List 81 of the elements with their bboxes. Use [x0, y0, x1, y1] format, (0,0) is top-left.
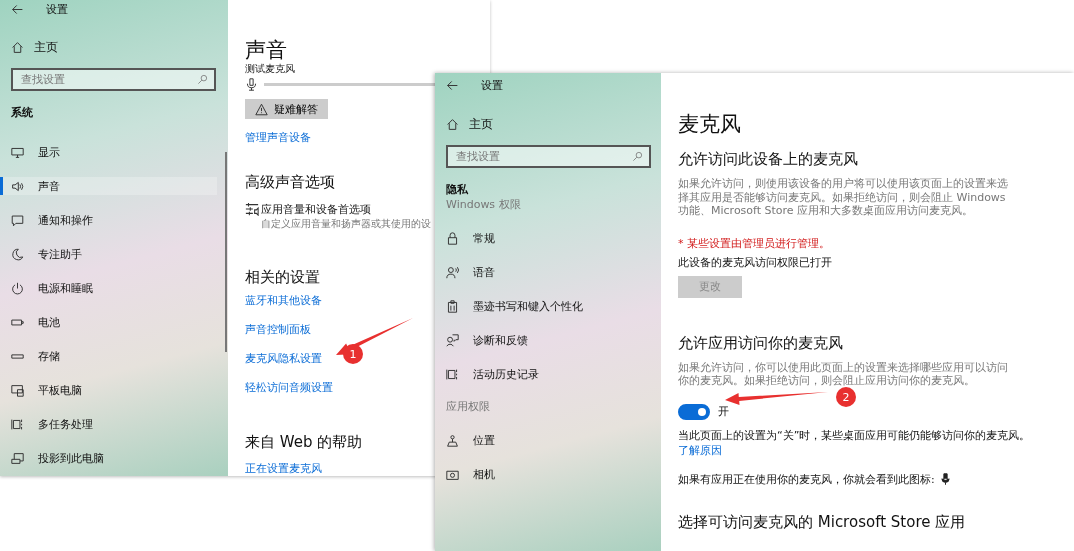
section-heading: 允许访问此设备上的麦克风 — [678, 150, 858, 169]
step-badge: 2 — [836, 387, 856, 407]
group-label: 应用权限 — [446, 399, 491, 414]
sidebar-item[interactable]: 位置 — [435, 431, 650, 449]
sidebar-item[interactable]: 语音 — [435, 263, 650, 281]
back-icon[interactable] — [11, 2, 24, 16]
search-field[interactable]: 查找设置 — [11, 68, 216, 91]
moon-icon — [11, 247, 24, 261]
sidebar-item[interactable]: 投影到此电脑 — [0, 449, 217, 467]
toggle-switch[interactable] — [678, 403, 710, 420]
note-text: 当此页面上的设置为“关”时，某些桌面应用可能仍能够访问你的麦克风。 — [678, 427, 1031, 443]
back-icon[interactable] — [446, 78, 459, 92]
section-heading: 来自 Web 的帮助 — [245, 433, 363, 452]
search-icon — [632, 151, 643, 162]
section-heading: 选择可访问麦克风的 Microsoft Store 应用 — [678, 512, 966, 532]
settings-link[interactable]: 麦克风隐私设置 — [245, 351, 333, 366]
sidebar-item[interactable]: 通知和操作 — [0, 211, 217, 229]
page-title: 麦克风 — [678, 111, 741, 138]
search-field[interactable]: 查找设置 — [446, 145, 651, 168]
page-title: 声音 — [245, 37, 287, 64]
sidebar-item[interactable]: 墨迹书写和键入个性化 — [435, 297, 650, 315]
microphone-icon — [938, 472, 952, 486]
troubleshoot-button[interactable]: 疑难解答 — [245, 99, 328, 119]
person-feedback-icon — [446, 333, 459, 347]
window-title: 设置 — [481, 77, 503, 93]
sidebar-item[interactable]: 常规 — [435, 229, 650, 247]
home-link[interactable]: 主页 — [446, 116, 493, 133]
scrollbar[interactable] — [225, 152, 227, 352]
sidebar-item[interactable]: 电源和睡眠 — [0, 279, 217, 297]
step-badge: 1 — [343, 344, 363, 364]
power-icon — [11, 281, 24, 295]
speaker-icon — [11, 179, 24, 193]
section-heading: 允许应用访问你的麦克风 — [678, 333, 843, 353]
projector-icon — [11, 451, 24, 465]
learn-more-link[interactable]: 了解原因 — [678, 442, 722, 458]
window-title: 设置 — [46, 1, 68, 17]
description-text: 如果允许访问，则使用该设备的用户将可以使用该页面上的设置来选择其应用是否能够访问麦克风。如果拒绝访问，则会阻止 Windows 功能、Microsoft Store 应用和大多数桌面应用访问麦克风。 — [678, 177, 1009, 218]
speaking-person-icon — [446, 265, 459, 279]
tablet-icon — [11, 383, 24, 397]
sidebar-item[interactable]: 活动历史记录 — [435, 365, 650, 383]
home-icon — [11, 41, 24, 54]
admin-note: * 某些设置由管理员进行管理。 — [678, 235, 830, 251]
sliders-speaker-icon — [245, 202, 259, 216]
sidebar-item[interactable]: 诊断和反馈 — [435, 331, 650, 349]
toggle-label: 开 — [718, 404, 729, 419]
section-heading: 高级声音选项 — [245, 173, 335, 192]
sidebar-item[interactable]: 平板电脑 — [0, 381, 217, 399]
multitask-icon — [11, 417, 24, 431]
sidebar-item[interactable]: 多任务处理 — [0, 415, 217, 433]
help-link[interactable]: 正在设置麦克风 — [245, 461, 322, 476]
timeline-icon — [446, 367, 459, 381]
sidebar-item[interactable]: 声音 — [0, 177, 217, 195]
sidebar-item[interactable]: 显示 — [0, 143, 217, 161]
sidebar-item[interactable]: 专注助手 — [0, 245, 217, 263]
home-link[interactable]: 主页 — [11, 39, 58, 56]
settings-link[interactable]: 蓝牙和其他设备 — [245, 293, 333, 308]
section-title: 隐私 — [446, 182, 469, 197]
section-title: 系统 — [11, 105, 34, 120]
search-icon — [197, 74, 208, 85]
description-text: 如果允许访问，你可以使用此页面上的设置来选择哪些应用可以访问你的麦克风。如果拒绝访问，则会阻止应用访问你的麦克风。 — [678, 360, 1009, 388]
section-heading: 相关的设置 — [245, 268, 320, 287]
microphone-icon — [245, 78, 258, 91]
option-description: 自定义应用音量和扬声器或其使用的设 — [261, 217, 431, 231]
settings-link[interactable]: 轻松访问音频设置 — [245, 380, 333, 395]
message-icon — [11, 213, 24, 227]
sidebar-item[interactable]: 存储 — [0, 347, 217, 365]
note-text: 如果有应用正在使用你的麦克风，你就会看到此图标: — [678, 471, 935, 487]
warning-icon — [255, 102, 268, 116]
monitor-icon — [11, 145, 24, 159]
group-label: Windows 权限 — [446, 197, 522, 212]
status-text: 此设备的麦克风访问权限已打开 — [678, 254, 832, 270]
sidebar-item[interactable]: 电池 — [0, 313, 217, 331]
lock-icon — [446, 231, 459, 245]
clipboard-icon — [446, 299, 459, 313]
settings-link[interactable]: 声音控制面板 — [245, 322, 333, 337]
option-title[interactable]: 应用音量和设备首选项 — [261, 202, 371, 217]
mic-test-label: 测试麦克风 — [245, 64, 295, 74]
manage-devices-link[interactable]: 管理声音设备 — [245, 130, 311, 145]
home-icon — [446, 118, 459, 131]
sidebar-item[interactable]: 相机 — [435, 465, 650, 483]
location-icon — [446, 433, 459, 447]
